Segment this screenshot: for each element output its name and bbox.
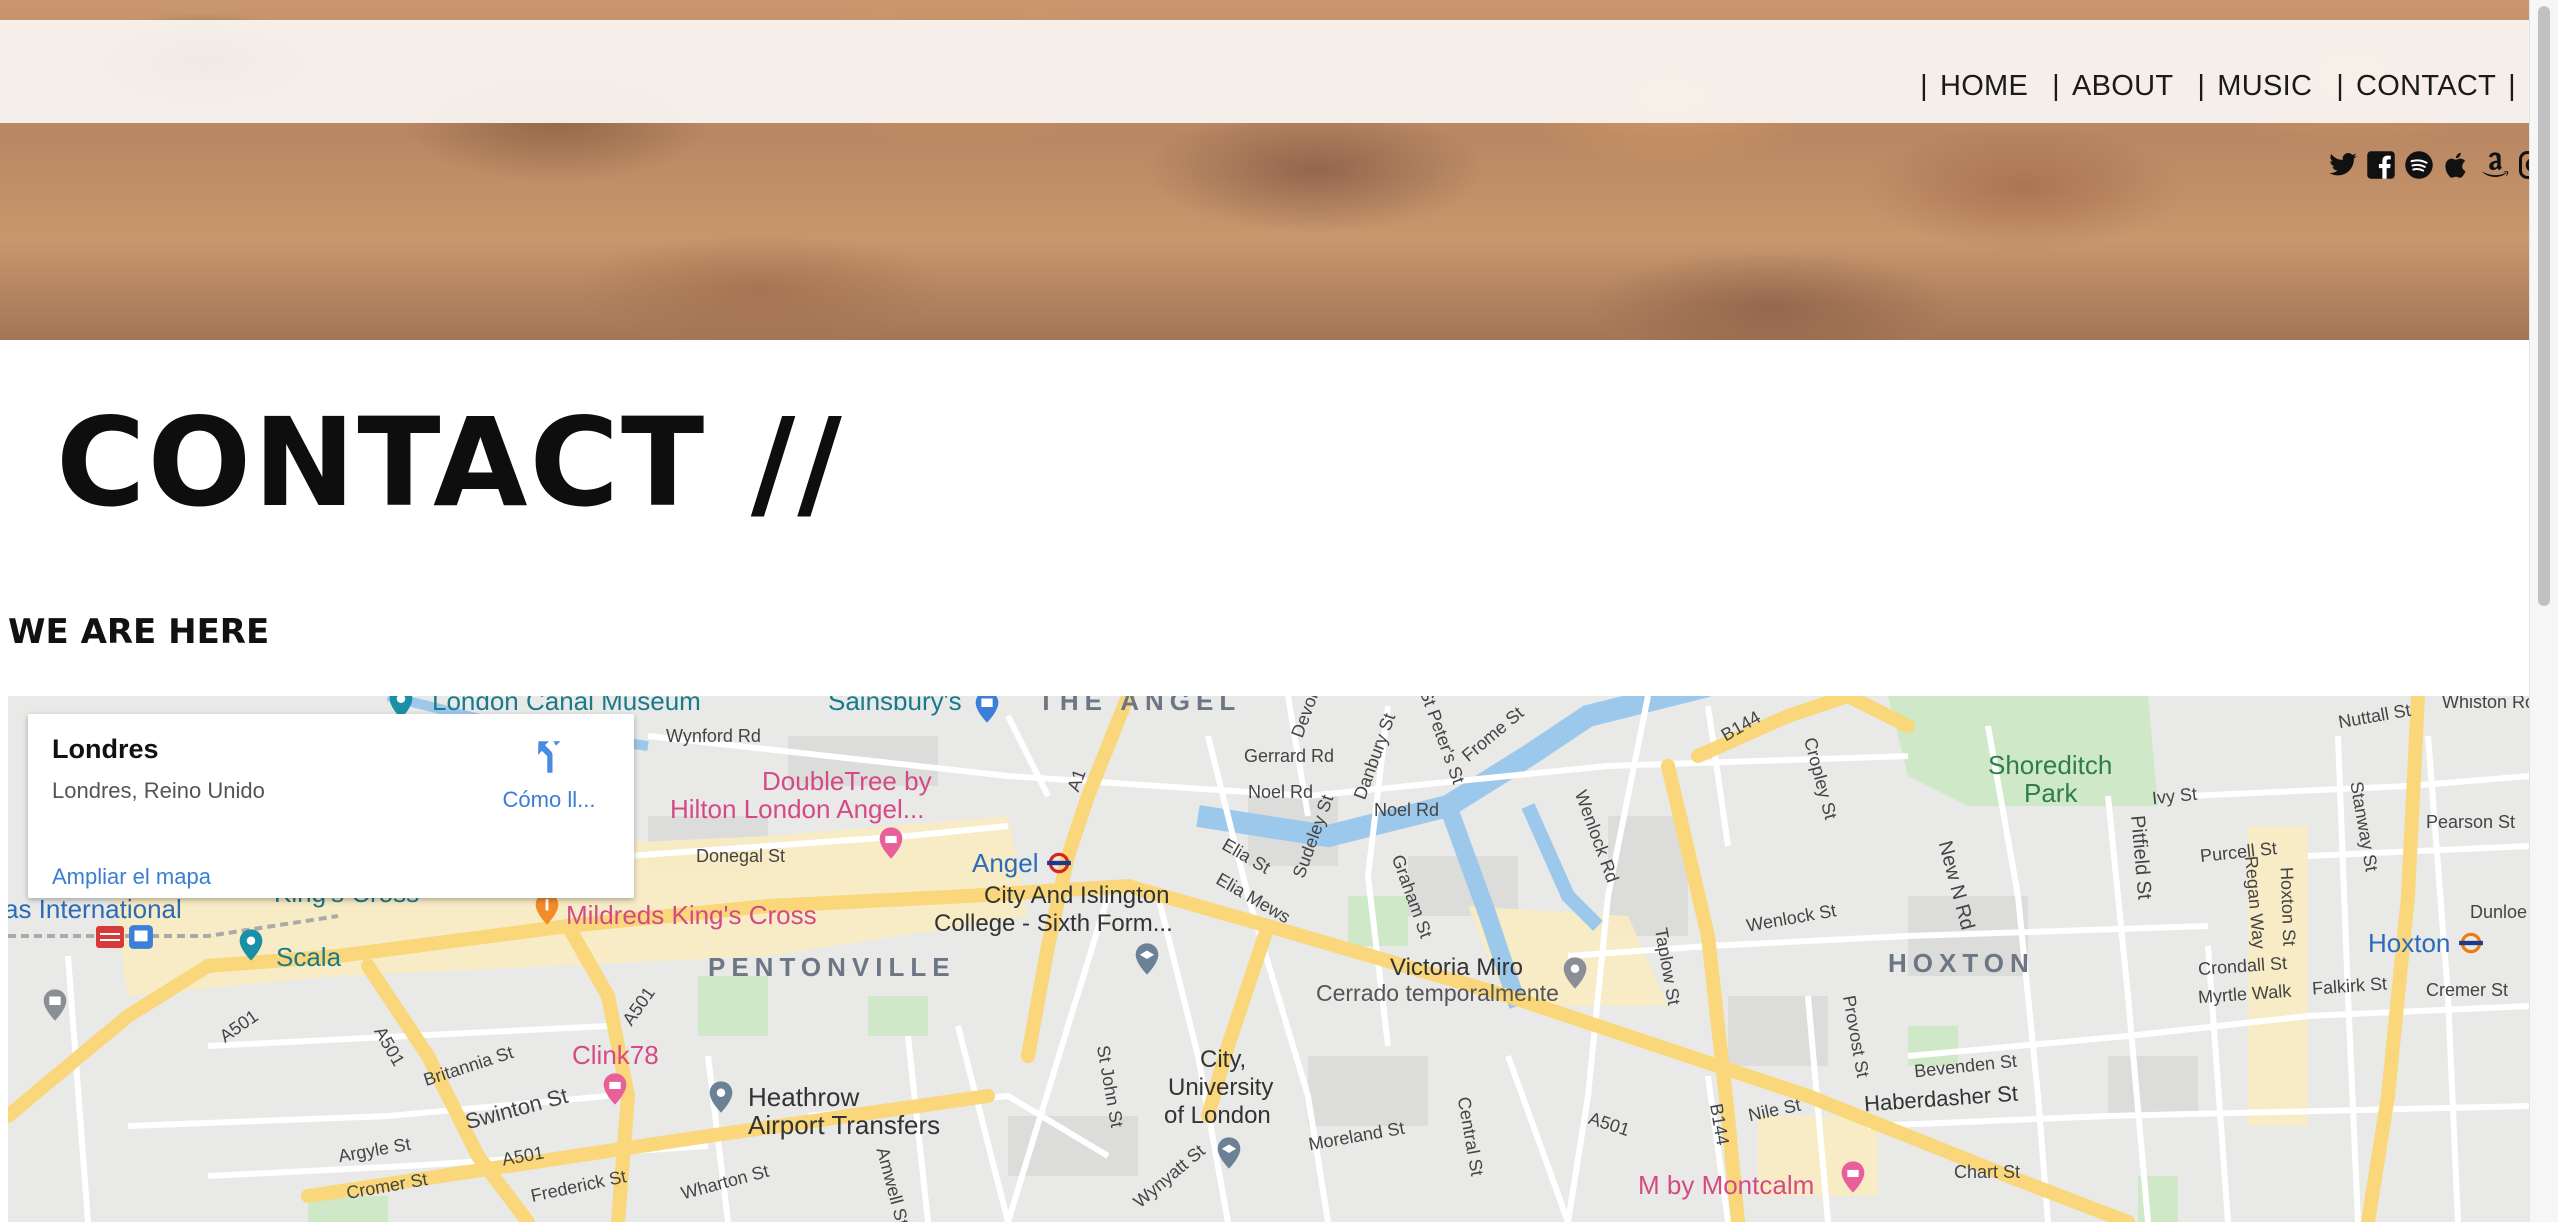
school-pin-icon[interactable] xyxy=(1212,1136,1246,1170)
transport-pin-icon[interactable] xyxy=(704,1080,738,1114)
map-label-hoxton-district: HOXTON xyxy=(1888,948,2035,978)
enlarge-map-link[interactable]: Ampliar el mapa xyxy=(52,864,211,890)
map-label-clink: Clink78 xyxy=(572,1040,659,1070)
school-pin-icon[interactable] xyxy=(1130,942,1164,976)
map-label-noel-2: Noel Rd xyxy=(1374,800,1440,820)
section-subtitle: WE ARE HERE xyxy=(8,612,270,652)
map-label-heathrow-2: Airport Transfers xyxy=(748,1110,941,1140)
map-label-city-uni-2: University xyxy=(1168,1074,1274,1101)
nav-separator: | xyxy=(1920,70,1928,102)
map-label-doubletree-2: Hilton London Angel... xyxy=(670,794,925,824)
shop-pin-icon[interactable] xyxy=(970,696,1004,724)
nav-link-music[interactable]: MUSIC xyxy=(2217,70,2312,103)
map-label-donegal: Donegal St xyxy=(696,846,786,866)
map-label-montcalm: M by Montcalm xyxy=(1638,1170,1815,1200)
hotel-pin-icon[interactable] xyxy=(874,826,908,860)
map-label-college-2: College - Sixth Form... xyxy=(934,910,1173,937)
map-label-cremer: Cremer St xyxy=(2426,980,2509,1000)
social-links xyxy=(2328,150,2548,180)
twitter-icon[interactable] xyxy=(2328,150,2358,180)
spotify-icon[interactable] xyxy=(2404,150,2434,180)
rail-station-icon[interactable] xyxy=(96,926,124,948)
map-label-victoria-miro: Victoria Miro xyxy=(1390,954,1523,981)
map-info-card: Londres Londres, Reino Unido Cómo ll... … xyxy=(28,714,634,898)
nav-link-home[interactable]: HOME xyxy=(1940,70,2028,103)
nav-link-contact[interactable]: CONTACT xyxy=(2356,70,2496,103)
facebook-icon[interactable] xyxy=(2366,150,2396,180)
navbar: | HOME | ABOUT | MUSIC | CONTACT | xyxy=(0,20,2530,123)
library-pin-icon[interactable] xyxy=(38,988,72,1022)
map-label-hoxton-station: Hoxton xyxy=(2368,928,2451,958)
map-label-heathrow-1: Heathrow xyxy=(748,1082,860,1112)
place-name: Londres xyxy=(52,734,159,764)
overground-station-icon[interactable] xyxy=(2458,930,2484,956)
map-label-shoreditch-1: Shoreditch xyxy=(1988,750,2113,780)
hotel-pin-icon[interactable] xyxy=(598,1072,632,1106)
nav-item-contact: | CONTACT | xyxy=(2312,70,2516,103)
scala-pin-icon[interactable] xyxy=(234,928,268,962)
map-label-dunloe: Dunloe xyxy=(2470,902,2528,922)
directions-button[interactable]: Cómo ll... xyxy=(494,736,604,813)
map-label-cerrado: Cerrado temporalmente xyxy=(1316,980,1559,1006)
directions-label: Cómo ll... xyxy=(502,787,596,812)
page-title: CONTACT // xyxy=(56,392,844,534)
map-label-noel: Noel Rd xyxy=(1248,782,1314,802)
map-label-college-1: City And Islington xyxy=(984,882,1170,909)
map-label-wynford: Wynford Rd xyxy=(666,726,761,746)
main-nav: | HOME | ABOUT | MUSIC | CONTACT | xyxy=(1896,70,2516,103)
gallery-pin-icon[interactable] xyxy=(1558,956,1592,990)
map-label-chart: Chart St xyxy=(1954,1162,2021,1182)
nav-separator: | xyxy=(2336,70,2345,102)
map-label-sainsburys: Sainsbury's xyxy=(828,696,962,716)
hotel-pin-icon[interactable] xyxy=(1836,1160,1870,1194)
bus-station-icon[interactable] xyxy=(128,924,154,950)
apple-icon[interactable] xyxy=(2442,150,2472,180)
map-label-scala: Scala xyxy=(276,942,342,972)
nav-separator: | xyxy=(2197,70,2206,102)
nav-separator: | xyxy=(2508,70,2516,102)
nav-link-about[interactable]: ABOUT xyxy=(2072,70,2173,103)
map-label-whiston: Whiston Ro xyxy=(2442,696,2530,712)
underground-station-icon[interactable] xyxy=(1046,850,1072,876)
map-label-shoreditch-2: Park xyxy=(2024,778,2078,808)
nav-item-music: | MUSIC xyxy=(2173,70,2312,103)
map-label-gerrard: Gerrard Rd xyxy=(1244,746,1335,766)
directions-icon xyxy=(537,741,561,773)
map-label-hoxton-st: Hoxton St xyxy=(2276,866,2300,947)
map-label-doubletree-1: DoubleTree by xyxy=(762,766,932,796)
page-scrollbar-thumb[interactable] xyxy=(2538,6,2550,606)
nav-separator: | xyxy=(2052,70,2060,102)
map-label-international: as International xyxy=(8,894,182,924)
amazon-icon[interactable] xyxy=(2480,150,2510,180)
map-label-angel: Angel xyxy=(972,848,1039,878)
place-address: Londres, Reino Unido xyxy=(52,778,265,803)
map-label-city-uni-1: City, xyxy=(1200,1046,1247,1073)
nav-item-home: | HOME xyxy=(1896,70,2028,103)
map-label-the-angel: THE ANGEL xyxy=(1038,696,1242,716)
nav-item-about: | ABOUT xyxy=(2028,70,2173,103)
map-label-pentonville: PENTONVILLE xyxy=(708,952,956,982)
map-embed[interactable]: London Canal Museum Sainsbury's THE ANGE… xyxy=(8,696,2530,1222)
page-scrollbar[interactable] xyxy=(2529,0,2558,1222)
map-label-city-uni-3: of London xyxy=(1164,1102,1271,1129)
map-label-pearson: Pearson St xyxy=(2426,812,2516,832)
map-label-mildreds: Mildreds King's Cross xyxy=(566,900,817,930)
